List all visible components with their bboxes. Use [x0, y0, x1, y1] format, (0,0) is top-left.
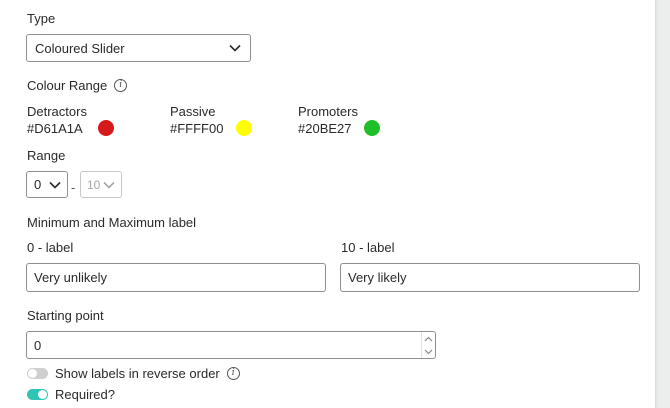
reverse-order-label: Show labels in reverse order: [55, 366, 220, 381]
type-select-value: Coloured Slider: [35, 40, 125, 56]
detractors-color-row: #D61A1A: [27, 120, 114, 136]
chevron-down-icon[interactable]: [424, 349, 433, 355]
promoters-hex: #20BE27: [298, 120, 352, 136]
number-spinner[interactable]: [421, 332, 435, 358]
min-label-input[interactable]: Very unlikely: [26, 263, 326, 292]
chevron-down-icon: [49, 181, 61, 189]
promoters-color-row: #20BE27: [298, 120, 380, 136]
passive-color-swatch[interactable]: [236, 120, 253, 136]
detractors-hex: #D61A1A: [27, 120, 83, 136]
type-select[interactable]: Coloured Slider: [26, 34, 251, 62]
chevron-up-icon[interactable]: [424, 336, 433, 342]
max-label-title: 10 - label: [341, 240, 395, 255]
passive-hex: #FFFF00: [170, 120, 224, 136]
promoters-color-swatch[interactable]: [363, 120, 380, 136]
question-settings-panel: Type Coloured Slider Colour Range i Detr…: [0, 0, 656, 408]
colour-range-label: Colour Range: [27, 78, 108, 93]
starting-point-input[interactable]: 0: [26, 331, 436, 359]
toggle-knob: [28, 369, 37, 378]
range-min-select[interactable]: 0: [26, 171, 68, 198]
detractors-color-swatch[interactable]: [97, 120, 114, 136]
starting-point-label: Starting point: [27, 308, 104, 323]
chevron-down-icon: [229, 44, 241, 52]
info-icon[interactable]: i: [114, 79, 128, 92]
required-toggle[interactable]: [27, 389, 48, 400]
range-max-select[interactable]: 10: [80, 171, 122, 198]
range-label: Range: [27, 148, 66, 163]
info-icon[interactable]: i: [226, 367, 240, 380]
type-label: Type: [27, 11, 56, 26]
range-max-value: 10: [87, 177, 101, 192]
colour-range-header: Colour Range i: [27, 78, 128, 93]
required-label: Required?: [55, 387, 115, 402]
max-label-input[interactable]: Very likely: [340, 263, 640, 292]
min-label-title: 0 - label: [27, 240, 74, 255]
detractors-label: Detractors: [27, 104, 87, 119]
toggle-knob: [38, 390, 47, 399]
min-label-value: Very unlikely: [34, 270, 107, 285]
passive-label: Passive: [170, 104, 216, 119]
passive-color-row: #FFFF00: [170, 120, 253, 136]
chevron-down-icon: [103, 181, 115, 189]
reverse-order-toggle[interactable]: [27, 368, 48, 379]
starting-point-value: 0: [34, 337, 42, 353]
range-separator: -: [71, 180, 76, 195]
max-label-value: Very likely: [348, 270, 407, 285]
promoters-label: Promoters: [298, 104, 358, 119]
range-min-value: 0: [34, 177, 42, 192]
min-max-label-heading: Minimum and Maximum label: [27, 215, 197, 230]
required-row: Required?: [27, 387, 115, 402]
reverse-order-row: Show labels in reverse order i: [27, 366, 240, 381]
